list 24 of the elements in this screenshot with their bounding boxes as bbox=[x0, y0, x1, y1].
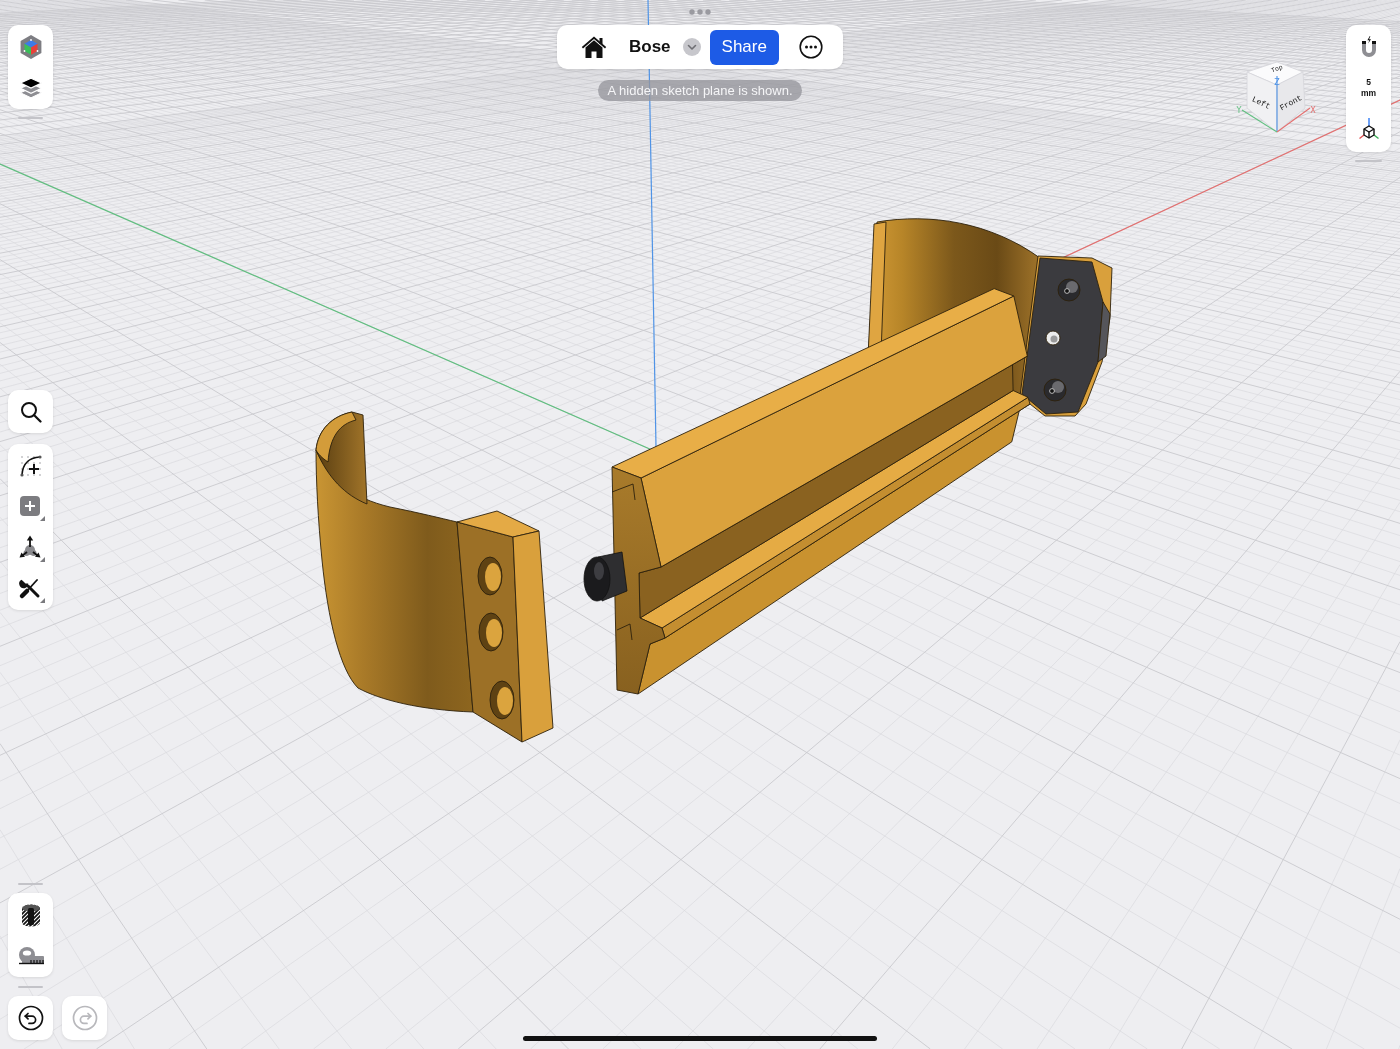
share-button[interactable]: Share bbox=[709, 29, 779, 65]
redo-icon bbox=[71, 1005, 98, 1031]
layers-icon bbox=[18, 76, 43, 99]
drag-handle-icon bbox=[689, 9, 711, 15]
cube-face-label: Left bbox=[1250, 94, 1272, 111]
status-toast: A hidden sketch plane is shown. bbox=[598, 80, 802, 101]
axis-label: X bbox=[1310, 105, 1316, 115]
chevron-down-icon bbox=[682, 38, 701, 56]
document-title: Bose bbox=[629, 37, 671, 57]
search-icon bbox=[19, 400, 42, 423]
snap-increment-button[interactable]: 5 mm bbox=[1346, 68, 1391, 108]
axis-cube-icon bbox=[1356, 115, 1381, 142]
more-icon bbox=[798, 35, 823, 59]
document-menu-button[interactable] bbox=[682, 38, 701, 56]
more-button[interactable] bbox=[798, 35, 823, 59]
arc-plus-icon bbox=[18, 453, 43, 478]
undo-icon bbox=[17, 1005, 44, 1031]
move-arrows-icon bbox=[16, 533, 45, 562]
home-icon bbox=[581, 35, 607, 59]
axis-label: Z bbox=[1274, 77, 1280, 87]
undo-button[interactable] bbox=[8, 996, 53, 1040]
round-pin bbox=[583, 551, 628, 602]
home-button[interactable] bbox=[581, 35, 607, 59]
axis-label: Y bbox=[1236, 105, 1242, 115]
